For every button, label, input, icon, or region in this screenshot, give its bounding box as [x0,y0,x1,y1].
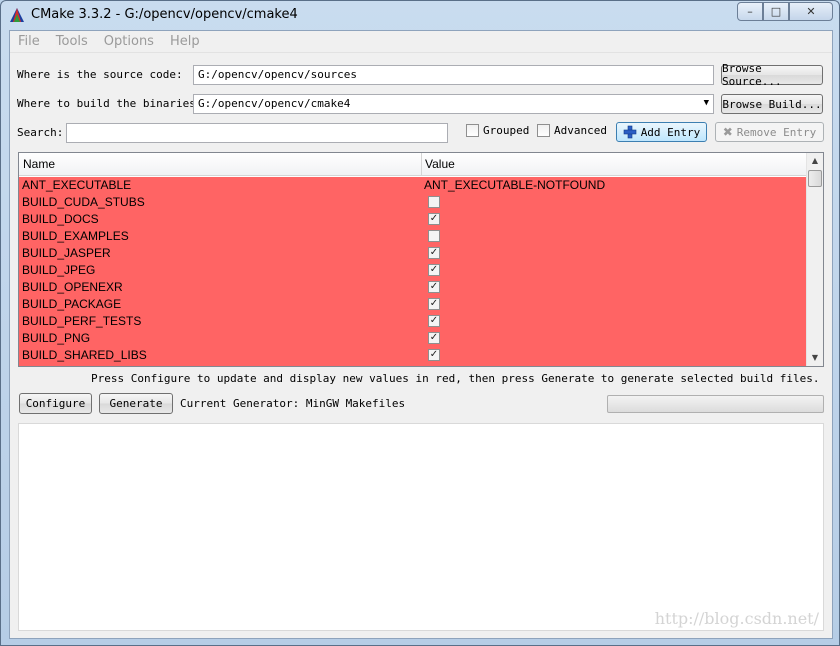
checked-checkbox[interactable]: ✓ [428,332,440,344]
close-button[interactable]: ✕ [789,2,833,21]
table-row[interactable]: BUILD_DOCS ✓ [19,211,806,228]
remove-x-icon: ✖ [722,125,733,139]
configure-button[interactable]: Configure [19,393,92,414]
remove-entry-label: Remove Entry [736,125,817,139]
search-input[interactable] [66,123,448,143]
minimize-button[interactable]: – [737,2,763,21]
table-row[interactable]: BUILD_OPENEXR ✓ [19,279,806,296]
build-label: Where to build the binaries: [17,97,203,110]
checked-checkbox[interactable]: ✓ [428,281,440,293]
remove-entry-button[interactable]: ✖ Remove Entry [715,122,824,142]
row-value[interactable]: ANT_EXECUTABLE-NOTFOUND [424,178,605,192]
build-value: G:/opencv/opencv/cmake4 [198,97,351,110]
menu-help[interactable]: Help [162,31,208,52]
menu-file[interactable]: File [10,31,48,52]
table-header: Name Value [19,153,807,176]
row-name: BUILD_DOCS [22,212,99,226]
table-row[interactable]: BUILD_PNG ✓ [19,330,806,347]
unchecked-checkbox[interactable] [428,196,440,208]
table-body: ANT_EXECUTABLE ANT_EXECUTABLE-NOTFOUND BUI… [19,177,806,366]
plus-icon [623,125,636,139]
table-row[interactable]: BUILD_JPEG ✓ [19,262,806,279]
scroll-thumb[interactable] [808,170,822,187]
menu-options[interactable]: Options [96,31,162,52]
checked-checkbox[interactable]: ✓ [428,298,440,310]
maximize-icon: □ [770,5,782,18]
row-name: BUILD_JPEG [22,263,96,277]
add-entry-label: Add Entry [640,125,701,139]
grouped-checkbox[interactable] [466,124,479,137]
table-row[interactable]: BUILD_SHARED_LIBS ✓ [19,347,806,364]
table-row[interactable]: BUILD_PACKAGE ✓ [19,296,806,313]
current-generator-label: Current Generator: MinGW Makefiles [180,397,406,410]
row-name: BUILD_CUDA_STUBS [22,195,145,209]
table-row[interactable]: BUILD_TBB [19,364,806,366]
table-row[interactable]: BUILD_EXAMPLES [19,228,806,245]
browse-source-label: Browse Source... [722,62,782,88]
table-scrollbar[interactable]: ▲ ▼ [806,153,823,366]
progress-bar [607,395,824,413]
browse-source-button[interactable]: Browse Source... [721,62,823,88]
maximize-button[interactable]: □ [763,2,789,21]
column-value-header[interactable]: Value [425,157,455,171]
generate-button[interactable]: Generate [99,393,173,414]
row-name: BUILD_EXAMPLES [22,229,129,243]
table-row[interactable]: BUILD_PERF_TESTS ✓ [19,313,806,330]
output-log[interactable]: http://blog.csdn.net/ [18,423,824,631]
row-name: BUILD_PNG [22,331,91,345]
column-divider [421,153,422,176]
table-row[interactable]: BUILD_CUDA_STUBS [19,194,806,211]
table-row[interactable]: ANT_EXECUTABLE ANT_EXECUTABLE-NOTFOUND [19,177,806,194]
advanced-checkbox-group[interactable]: Advanced [537,124,607,137]
checked-checkbox[interactable]: ✓ [428,213,440,225]
column-name-header[interactable]: Name [23,157,55,171]
row-name: BUILD_SHARED_LIBS [22,348,147,362]
checked-checkbox[interactable]: ✓ [428,247,440,259]
client-area: File Tools Options Help Where is the sou… [9,30,833,639]
row-name: BUILD_JASPER [22,246,111,260]
table-row[interactable]: BUILD_JASPER ✓ [19,245,806,262]
menu-tools[interactable]: Tools [48,31,96,52]
grouped-checkbox-group[interactable]: Grouped [466,124,529,137]
configure-hint: Press Configure to update and display ne… [91,372,820,385]
row-name: BUILD_OPENEXR [22,280,123,294]
minimize-icon: – [747,5,753,18]
advanced-label: Advanced [554,124,607,137]
menu-bar: File Tools Options Help [10,31,832,53]
cmake-logo-icon [10,8,24,22]
unchecked-checkbox[interactable] [428,230,440,242]
advanced-checkbox[interactable] [537,124,550,137]
row-name: BUILD_TBB [22,365,87,366]
window-title: CMake 3.3.2 - G:/opencv/opencv/cmake4 [31,7,298,22]
cache-table[interactable]: Name Value ANT_EXECUTABLE ANT_EXECUTABLE-… [18,152,824,367]
checked-checkbox[interactable]: ✓ [428,349,440,361]
dropdown-arrow-icon[interactable]: ▼ [704,98,709,108]
generate-label: Generate [109,397,163,410]
grouped-label: Grouped [483,124,530,137]
build-combobox[interactable]: G:/opencv/opencv/cmake4 ▼ [193,94,714,114]
source-input[interactable]: G:/opencv/opencv/sources [193,65,714,85]
checked-checkbox[interactable]: ✓ [428,264,440,276]
browse-build-button[interactable]: Browse Build... [721,94,823,114]
title-bar[interactable]: CMake 3.3.2 - G:/opencv/opencv/cmake4 – … [1,1,839,29]
add-entry-button[interactable]: Add Entry [616,122,707,142]
cmake-window: CMake 3.3.2 - G:/opencv/opencv/cmake4 – … [0,0,840,646]
source-label: Where is the source code: [17,68,183,81]
scroll-up-icon[interactable]: ▲ [807,153,823,169]
configure-label: Configure [25,397,86,410]
watermark-text: http://blog.csdn.net/ [654,609,819,628]
row-name: BUILD_PACKAGE [22,297,122,311]
row-name: BUILD_PERF_TESTS [22,314,142,328]
scroll-down-icon[interactable]: ▼ [807,350,823,366]
row-name: ANT_EXECUTABLE [22,178,132,192]
checked-checkbox[interactable]: ✓ [428,315,440,327]
search-label: Search: [17,126,64,139]
browse-build-label: Browse Build... [722,97,822,111]
close-icon: ✕ [806,5,816,18]
